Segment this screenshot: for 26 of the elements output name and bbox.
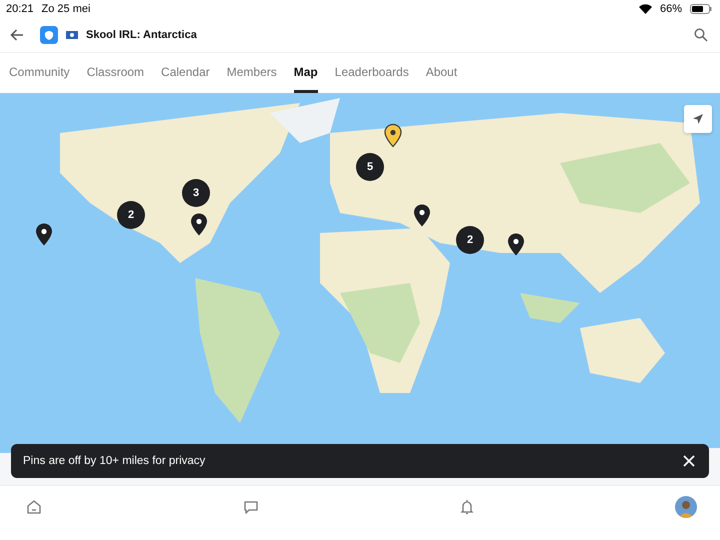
search-button[interactable] [694, 28, 708, 42]
nav-tab[interactable]: Members [226, 53, 277, 93]
wifi-icon [638, 4, 652, 14]
flag-icon [66, 31, 78, 39]
battery-icon [690, 4, 712, 14]
back-button[interactable] [10, 29, 24, 41]
toast-message: Pins are off by 10+ miles for privacy [23, 455, 206, 467]
map-pin[interactable] [35, 222, 53, 246]
nav-tab[interactable]: Classroom [86, 53, 144, 93]
map-pin[interactable] [507, 232, 525, 256]
battery-percentage: 66% [660, 3, 682, 15]
locate-button[interactable] [684, 105, 712, 133]
close-button[interactable] [683, 455, 695, 467]
nav-tab[interactable]: Calendar [161, 53, 210, 93]
avatar[interactable] [674, 496, 697, 518]
navigation-arrow-icon [692, 113, 704, 125]
nav-tab[interactable]: Community [9, 53, 70, 93]
home-icon[interactable] [25, 498, 43, 516]
nav-tab[interactable]: Leaderboards [334, 53, 409, 93]
map-pin[interactable] [190, 212, 208, 236]
map-pin[interactable] [384, 124, 402, 148]
map-pin[interactable] [413, 204, 431, 228]
status-time: 20:21 [6, 3, 34, 15]
group-title: Skool IRL: Antarctica [86, 29, 197, 41]
status-date: Zo 25 mei [42, 3, 90, 15]
nav-tab[interactable]: About [426, 53, 458, 93]
